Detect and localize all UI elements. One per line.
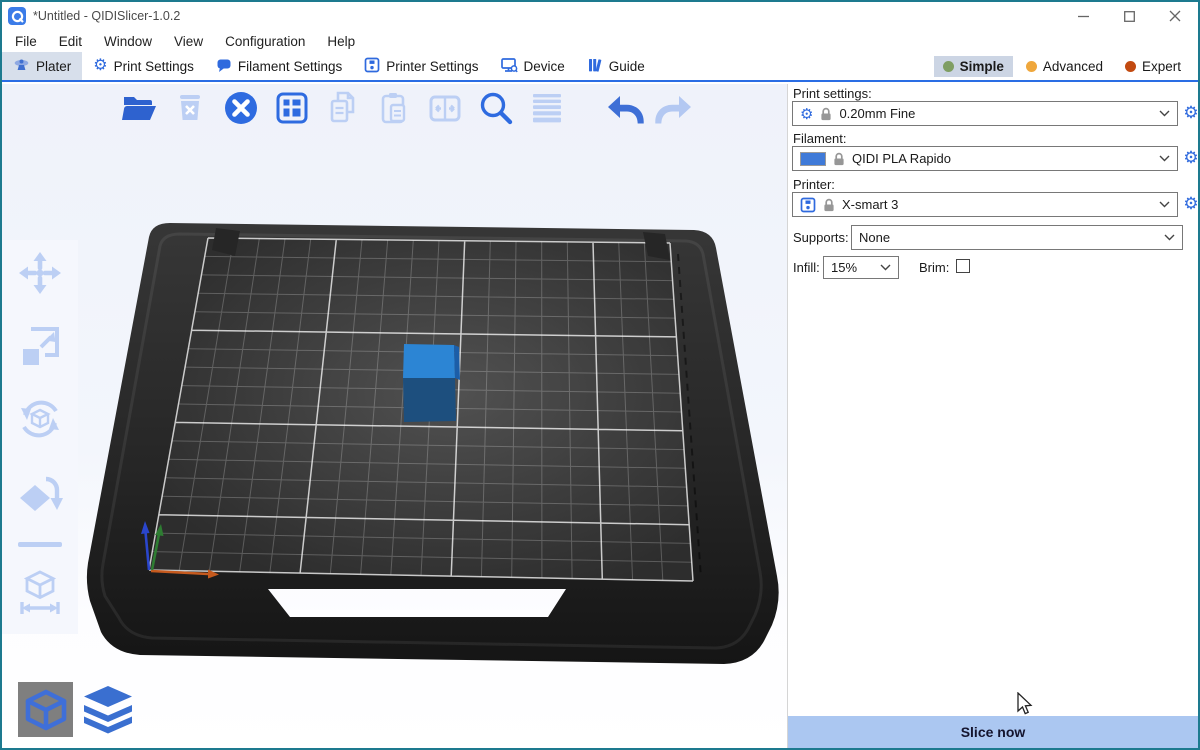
tab-plater[interactable]: Plater (2, 52, 82, 80)
tab-print-settings[interactable]: ⚙ Print Settings (82, 52, 205, 80)
window-title: *Untitled - QIDISlicer-1.0.2 (33, 9, 180, 23)
scale-gizmo-button[interactable] (17, 323, 63, 374)
tab-bar: Plater ⚙ Print Settings Filament Setting… (2, 52, 1198, 82)
filament-combo[interactable]: QIDI PLA Rapido (792, 146, 1178, 171)
app-logo-icon (8, 7, 26, 25)
chevron-down-icon (1159, 110, 1170, 117)
print-settings-value: 0.20mm Fine (839, 106, 915, 121)
open-file-button[interactable] (118, 86, 160, 130)
printer-icon (364, 57, 380, 76)
brim-label: Brim: (919, 260, 949, 275)
delete-all-button[interactable] (220, 86, 262, 130)
close-button[interactable] (1152, 2, 1198, 30)
mode-switcher: Simple Advanced Expert (934, 52, 1198, 80)
app-window: *Untitled - QIDISlicer-1.0.2 File Edit W… (0, 0, 1200, 750)
menu-bar: File Edit Window View Configuration Help (2, 30, 1198, 52)
maximize-button[interactable] (1106, 2, 1152, 30)
measure-gizmo-button[interactable] (17, 569, 63, 620)
filament-color-swatch (800, 152, 826, 166)
mode-simple[interactable]: Simple (934, 56, 1013, 77)
gear-icon: ⚙ (800, 105, 813, 123)
printer-gear-button[interactable]: ⚙ (1182, 195, 1200, 213)
paste-button[interactable] (373, 86, 415, 130)
redo-button[interactable] (654, 86, 696, 130)
infill-value: 15% (831, 260, 857, 275)
chevron-down-icon (1164, 234, 1175, 241)
variable-layer-height-button[interactable] (526, 86, 568, 130)
3d-editor-view-button[interactable] (18, 682, 73, 737)
print-settings-combo[interactable]: ⚙ 0.20mm Fine (792, 101, 1178, 126)
supports-combo[interactable]: None (851, 225, 1183, 250)
copy-button[interactable] (322, 86, 364, 130)
menu-file[interactable]: File (4, 34, 48, 49)
preview-view-button[interactable] (79, 682, 137, 737)
infill-combo[interactable]: 15% (823, 256, 899, 279)
undo-button[interactable] (603, 86, 645, 130)
model-cube (403, 344, 460, 422)
supports-value: None (859, 230, 890, 245)
lock-icon (833, 152, 845, 166)
arrange-button[interactable] (271, 86, 313, 130)
device-monitor-icon (501, 57, 518, 76)
title-bar: *Untitled - QIDISlicer-1.0.2 (2, 2, 1198, 30)
expert-mode-dot (1125, 61, 1136, 72)
tab-device[interactable]: Device (490, 52, 576, 80)
mode-expert[interactable]: Expert (1116, 56, 1190, 77)
tab-printer-settings[interactable]: Printer Settings (353, 52, 489, 80)
print-settings-label: Print settings: (793, 86, 872, 101)
filament-label: Filament: (793, 131, 846, 146)
delete-button[interactable] (169, 86, 211, 130)
infill-label: Infill: (793, 260, 820, 275)
gizmo-toolbar (2, 240, 78, 634)
simple-mode-dot (943, 61, 954, 72)
viewport-toolbar (118, 86, 696, 130)
lock-icon (820, 107, 832, 121)
lock-icon (823, 198, 835, 212)
viewport-3d[interactable] (2, 84, 787, 748)
minimize-button[interactable] (1060, 2, 1106, 30)
print-settings-gear-button[interactable]: ⚙ (1182, 104, 1200, 122)
supports-label: Supports: (793, 230, 849, 245)
settings-panel: Print settings: ⚙ 0.20mm Fine ⚙ Filament… (787, 84, 1198, 748)
slice-now-button[interactable]: Slice now (788, 716, 1198, 748)
menu-configuration[interactable]: Configuration (214, 34, 316, 49)
printer-label: Printer: (793, 177, 835, 192)
advanced-mode-dot (1026, 61, 1037, 72)
search-button[interactable] (475, 86, 517, 130)
filament-icon (216, 57, 232, 76)
main-area: Print settings: ⚙ 0.20mm Fine ⚙ Filament… (2, 84, 1198, 748)
printer-bed-scene (2, 84, 787, 748)
chevron-down-icon (1159, 201, 1170, 208)
tab-filament-settings[interactable]: Filament Settings (205, 52, 353, 80)
view-switch (18, 682, 137, 737)
place-on-face-gizmo-button[interactable] (17, 469, 63, 520)
chevron-down-icon (880, 264, 891, 271)
menu-help[interactable]: Help (316, 34, 366, 49)
plater-icon (13, 57, 30, 76)
move-gizmo-button[interactable] (17, 250, 63, 301)
printer-value: X-smart 3 (842, 197, 898, 212)
guide-books-icon (587, 57, 603, 76)
brim-checkbox[interactable] (956, 259, 970, 273)
filament-value: QIDI PLA Rapido (852, 151, 951, 166)
filament-gear-button[interactable]: ⚙ (1182, 149, 1200, 167)
gear-icon: ⚙ (93, 58, 107, 74)
printer-icon (800, 197, 816, 213)
tab-guide[interactable]: Guide (576, 52, 656, 80)
mode-advanced[interactable]: Advanced (1017, 56, 1112, 77)
menu-window[interactable]: Window (93, 34, 163, 49)
chevron-down-icon (1159, 155, 1170, 162)
menu-edit[interactable]: Edit (48, 34, 93, 49)
split-objects-button[interactable] (424, 86, 466, 130)
gizmo-divider (18, 542, 62, 547)
menu-view[interactable]: View (163, 34, 214, 49)
rotate-gizmo-button[interactable] (17, 396, 63, 447)
printer-combo[interactable]: X-smart 3 (792, 192, 1178, 217)
